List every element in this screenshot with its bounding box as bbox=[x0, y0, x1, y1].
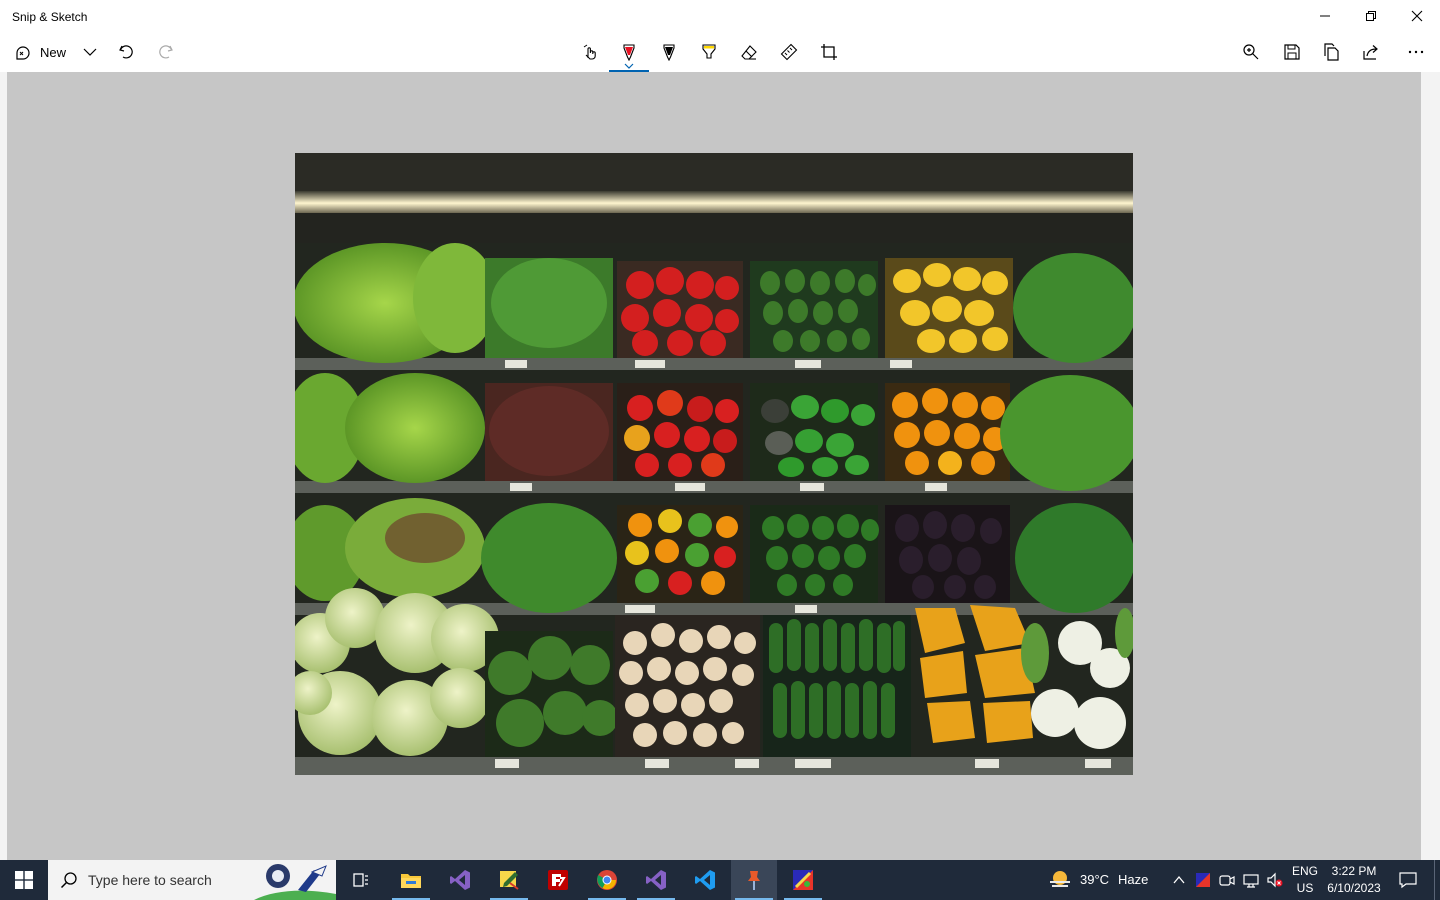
search-highlight-icon[interactable] bbox=[254, 860, 336, 900]
produce-shelf-illustration bbox=[295, 153, 1133, 775]
touch-writing-icon bbox=[583, 44, 596, 60]
new-snip-icon bbox=[16, 46, 30, 60]
pin-app-icon bbox=[748, 871, 760, 890]
share-button[interactable] bbox=[1353, 32, 1389, 72]
taskbar-task-view[interactable] bbox=[338, 860, 384, 900]
taskbar-sticky-notes[interactable] bbox=[486, 860, 532, 900]
highlighter-button[interactable] bbox=[691, 32, 727, 72]
weather-haze-icon[interactable] bbox=[1048, 868, 1072, 892]
pencil-button[interactable] bbox=[651, 32, 687, 72]
new-label: New bbox=[40, 44, 67, 60]
undo-icon bbox=[119, 45, 133, 59]
file-explorer-icon bbox=[401, 874, 421, 888]
highlighter-icon bbox=[702, 44, 716, 59]
share-icon bbox=[1363, 45, 1378, 60]
taskbar-file-explorer[interactable] bbox=[388, 860, 434, 900]
paint-app-icon bbox=[793, 870, 813, 890]
close-button[interactable] bbox=[1394, 0, 1440, 32]
taskbar-visual-studio[interactable] bbox=[437, 860, 483, 900]
vscode-icon bbox=[695, 870, 715, 890]
canvas-right-margin bbox=[1421, 72, 1440, 860]
snip-image[interactable] bbox=[295, 153, 1133, 775]
windows-logo-icon bbox=[15, 871, 33, 889]
taskbar-paint-app[interactable] bbox=[780, 860, 826, 900]
restore-icon bbox=[1366, 11, 1376, 21]
crop-icon bbox=[821, 44, 837, 60]
taskbar-visual-studio-2[interactable] bbox=[633, 860, 679, 900]
undo-button[interactable] bbox=[110, 32, 142, 72]
filezilla-icon bbox=[548, 870, 568, 890]
taskbar-filezilla[interactable] bbox=[535, 860, 581, 900]
network-icon[interactable] bbox=[1243, 872, 1259, 888]
tray-app-icon[interactable] bbox=[1195, 872, 1211, 888]
sticky-notes-icon bbox=[500, 871, 519, 890]
crop-button[interactable] bbox=[811, 32, 847, 72]
touch-writing-button[interactable] bbox=[572, 32, 608, 72]
ballpoint-pen-icon bbox=[623, 44, 635, 61]
notifications-icon[interactable] bbox=[1399, 871, 1417, 889]
restore-button[interactable] bbox=[1348, 0, 1394, 32]
clock-date: 6/10/2023 bbox=[1327, 881, 1381, 895]
taskbar-snip-sketch[interactable] bbox=[731, 860, 777, 900]
ruler-button[interactable] bbox=[771, 32, 807, 72]
minimize-icon bbox=[1320, 15, 1330, 17]
app-title: Snip & Sketch bbox=[12, 10, 88, 24]
canvas-left-margin bbox=[0, 72, 7, 860]
taskbar-clock[interactable]: 3:22 PM 6/10/2023 bbox=[1316, 863, 1392, 897]
zoom-icon bbox=[1243, 44, 1259, 60]
eraser-icon bbox=[741, 45, 757, 60]
weather-description[interactable]: Haze bbox=[1118, 872, 1148, 887]
eraser-button[interactable] bbox=[731, 32, 767, 72]
clock-time: 3:22 PM bbox=[1331, 864, 1377, 878]
more-icon bbox=[1408, 50, 1424, 54]
visual-studio-2-icon bbox=[646, 870, 666, 890]
minimize-button[interactable] bbox=[1302, 0, 1348, 32]
pencil-icon bbox=[663, 44, 675, 61]
task-view-icon bbox=[353, 873, 368, 887]
chrome-icon bbox=[597, 870, 617, 890]
save-icon bbox=[1284, 44, 1300, 60]
save-button[interactable] bbox=[1274, 32, 1310, 72]
show-desktop-button[interactable] bbox=[1434, 860, 1440, 900]
toolbar: New bbox=[0, 32, 1440, 72]
weather-temperature[interactable]: 39°C bbox=[1080, 872, 1109, 887]
taskbar: Type here to search 39°C Haze ENG US 3:2… bbox=[0, 860, 1440, 900]
close-icon bbox=[1411, 10, 1423, 22]
show-hidden-icons-icon[interactable] bbox=[1171, 872, 1187, 888]
new-snip-options-button[interactable] bbox=[78, 32, 102, 72]
visual-studio-icon bbox=[450, 870, 470, 890]
taskbar-search-box[interactable]: Type here to search bbox=[48, 860, 336, 900]
taskbar-vscode[interactable] bbox=[682, 860, 728, 900]
meet-now-icon[interactable] bbox=[1219, 872, 1235, 888]
tool-options-chevron-icon[interactable] bbox=[624, 63, 634, 69]
search-icon bbox=[60, 872, 77, 889]
chevron-down-icon bbox=[83, 48, 97, 56]
title-bar: Snip & Sketch bbox=[0, 0, 1440, 32]
ruler-icon bbox=[780, 43, 798, 61]
copy-button[interactable] bbox=[1313, 32, 1349, 72]
canvas-area[interactable] bbox=[7, 72, 1421, 860]
redo-icon bbox=[159, 45, 173, 59]
new-snip-button[interactable]: New bbox=[8, 32, 82, 72]
more-options-button[interactable] bbox=[1398, 32, 1434, 72]
volume-muted-icon[interactable] bbox=[1267, 872, 1283, 888]
copy-icon bbox=[1324, 43, 1339, 61]
zoom-button[interactable] bbox=[1233, 32, 1269, 72]
taskbar-chrome[interactable] bbox=[584, 860, 630, 900]
search-placeholder: Type here to search bbox=[88, 872, 212, 888]
start-button[interactable] bbox=[0, 860, 48, 900]
redo-button[interactable] bbox=[150, 32, 182, 72]
